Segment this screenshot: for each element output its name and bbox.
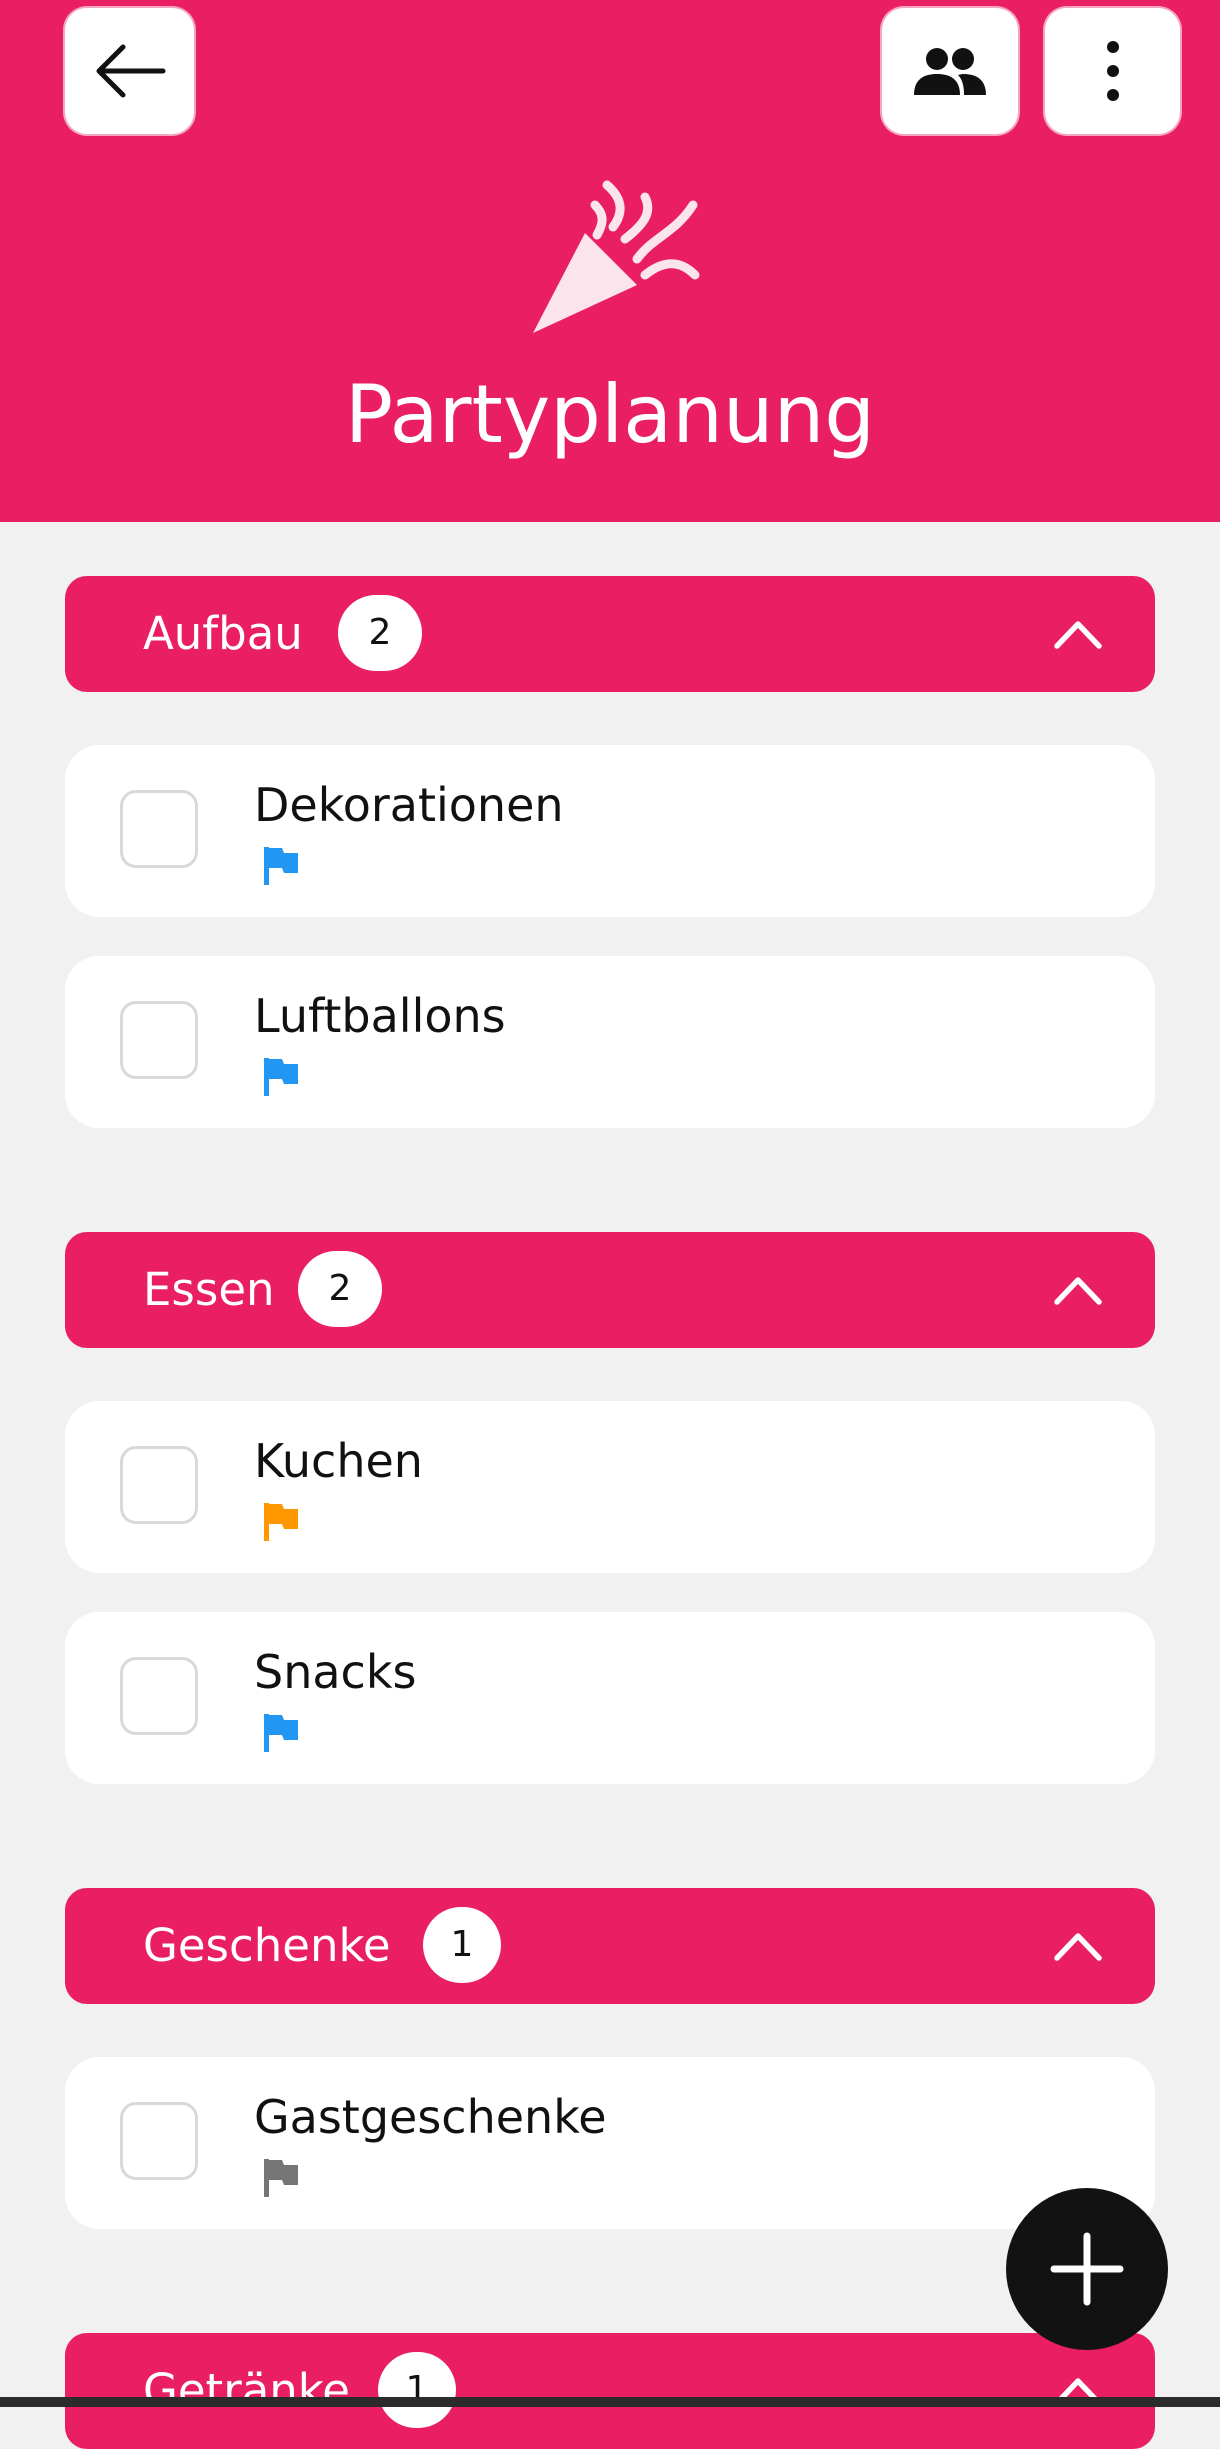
chevron-up-icon[interactable] xyxy=(1051,1270,1105,1310)
group-name: Geschenke xyxy=(143,1919,391,1972)
bottom-edge xyxy=(0,2397,1220,2407)
task-title: Luftballons xyxy=(254,989,506,1043)
people-icon xyxy=(914,48,986,95)
task-checkbox[interactable] xyxy=(120,1446,198,1524)
more-options-button[interactable] xyxy=(1045,8,1180,134)
task-item[interactable]: Luftballons xyxy=(65,956,1155,1128)
group-name: Getränke xyxy=(143,2364,350,2417)
task-title: Snacks xyxy=(254,1645,417,1699)
party-popper-icon xyxy=(533,180,700,333)
priority-flag-icon xyxy=(264,1503,298,1541)
priority-flag-icon xyxy=(264,847,298,885)
task-title: Gastgeschenke xyxy=(254,2090,607,2144)
count-badge: 2 xyxy=(338,595,422,671)
count-badge: 2 xyxy=(298,1251,382,1327)
group-header-geschenke[interactable]: Geschenke 1 xyxy=(65,1888,1155,2004)
priority-flag-icon xyxy=(264,2159,298,2197)
task-checkbox[interactable] xyxy=(120,790,198,868)
count-badge: 1 xyxy=(378,2352,456,2428)
priority-flag-icon xyxy=(264,1058,298,1096)
task-title: Kuchen xyxy=(254,1434,423,1488)
count-badge: 1 xyxy=(423,1907,501,1983)
members-button[interactable] xyxy=(882,8,1018,134)
task-checkbox[interactable] xyxy=(120,1657,198,1735)
task-checkbox[interactable] xyxy=(120,2102,198,2180)
task-item[interactable]: Kuchen xyxy=(65,1401,1155,1573)
task-item[interactable]: Dekorationen xyxy=(65,745,1155,917)
task-checkbox[interactable] xyxy=(120,1001,198,1079)
task-item[interactable]: Snacks xyxy=(65,1612,1155,1784)
group-name: Aufbau xyxy=(143,607,303,660)
task-title: Dekorationen xyxy=(254,778,564,832)
plus-icon xyxy=(1050,2232,1124,2306)
more-vertical-icon xyxy=(1106,41,1119,101)
page-title: Partyplanung xyxy=(344,368,876,461)
arrow-left-icon xyxy=(96,44,165,98)
group-header-getraenke[interactable]: Getränke 1 xyxy=(65,2333,1155,2449)
chevron-up-icon[interactable] xyxy=(1051,1926,1105,1966)
group-name: Essen xyxy=(143,1263,275,1316)
back-button[interactable] xyxy=(65,8,194,134)
list-header: Partyplanung xyxy=(0,0,1220,522)
add-task-button[interactable] xyxy=(1006,2188,1168,2350)
group-header-aufbau[interactable]: Aufbau 2 xyxy=(65,576,1155,692)
priority-flag-icon xyxy=(264,1714,298,1752)
task-item[interactable]: Gastgeschenke xyxy=(65,2057,1155,2229)
group-header-essen[interactable]: Essen 2 xyxy=(65,1232,1155,1348)
chevron-up-icon[interactable] xyxy=(1051,614,1105,654)
